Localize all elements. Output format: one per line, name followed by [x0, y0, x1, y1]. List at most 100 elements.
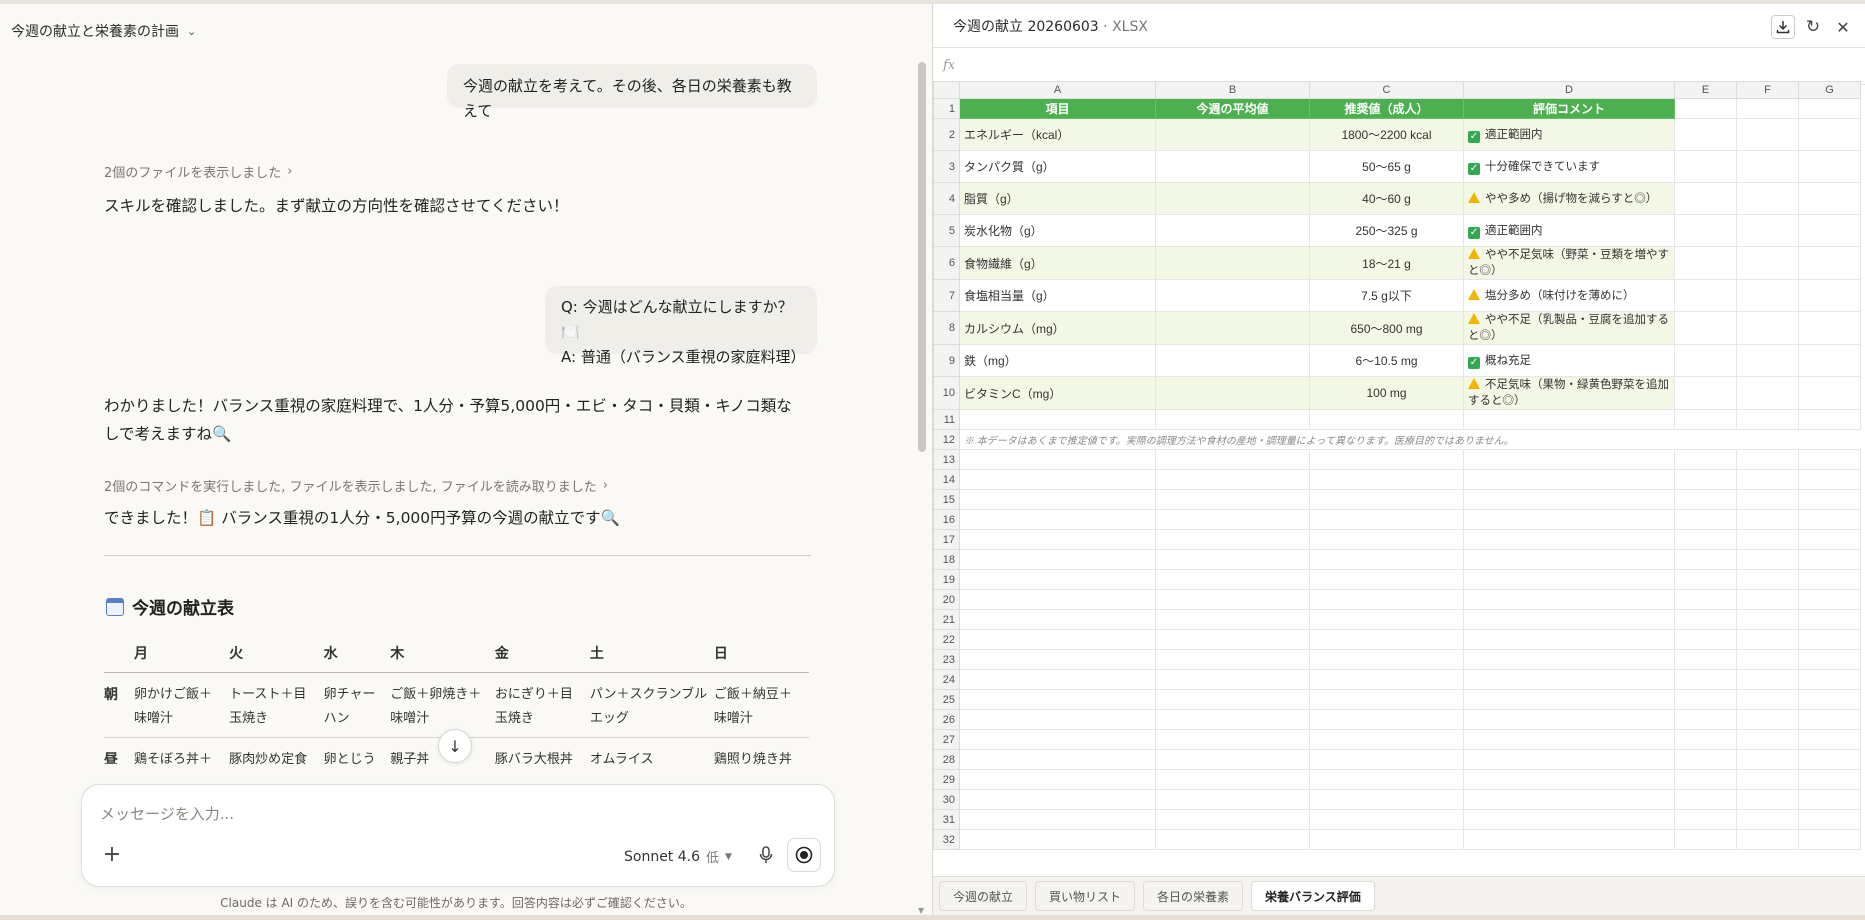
cell[interactable]: [959, 589, 1156, 610]
cell[interactable]: [1309, 669, 1464, 690]
cell[interactable]: [1309, 549, 1464, 570]
row-header[interactable]: 3: [933, 150, 960, 183]
row-header[interactable]: 20: [933, 589, 960, 610]
row-header[interactable]: 17: [933, 529, 960, 550]
row-header[interactable]: 10: [933, 376, 960, 410]
column-header[interactable]: D: [1463, 81, 1675, 99]
column-header[interactable]: F: [1736, 81, 1799, 99]
model-selector[interactable]: Sonnet 4.6 低 ▼: [624, 847, 732, 867]
cell[interactable]: [1736, 689, 1799, 710]
recommended-cell[interactable]: 100 mg: [1309, 376, 1464, 410]
cell[interactable]: [1155, 789, 1310, 810]
cell[interactable]: [1309, 809, 1464, 830]
cell[interactable]: [1736, 749, 1799, 770]
comment-cell[interactable]: 塩分多め（味付けを薄めに）: [1463, 279, 1675, 312]
cell[interactable]: [1736, 829, 1799, 850]
cell[interactable]: [1155, 589, 1310, 610]
cell[interactable]: [959, 629, 1156, 650]
sheet-tab[interactable]: 今週の献立: [939, 881, 1028, 911]
cell[interactable]: [1674, 214, 1737, 247]
cell[interactable]: [1674, 729, 1737, 750]
cell[interactable]: [1798, 809, 1861, 830]
cell[interactable]: [1674, 789, 1737, 810]
cell[interactable]: [1463, 549, 1675, 570]
cell[interactable]: [1309, 529, 1464, 550]
item-cell[interactable]: 炭水化物（g）: [959, 214, 1156, 247]
column-header[interactable]: C: [1309, 81, 1464, 99]
cell[interactable]: [1798, 689, 1861, 710]
add-attachment-button[interactable]: +: [100, 844, 124, 868]
cell[interactable]: [1309, 769, 1464, 790]
cell[interactable]: [1155, 769, 1310, 790]
cell[interactable]: [1155, 809, 1310, 830]
cell[interactable]: [1798, 829, 1861, 850]
dictation-button[interactable]: [754, 843, 778, 867]
cell[interactable]: [1674, 311, 1737, 345]
tool-summary-files[interactable]: 2個のファイルを表示しました ›: [104, 162, 292, 181]
cell[interactable]: [1463, 769, 1675, 790]
cell[interactable]: [1463, 729, 1675, 750]
cell[interactable]: [1155, 549, 1310, 570]
average-cell[interactable]: [1155, 344, 1310, 377]
row-header[interactable]: 29: [933, 769, 960, 790]
cell[interactable]: [959, 449, 1156, 470]
comment-cell[interactable]: やや多め（揚げ物を減らすと◎）: [1463, 182, 1675, 215]
cell[interactable]: [1674, 182, 1737, 215]
cell[interactable]: [959, 689, 1156, 710]
cell[interactable]: [1155, 569, 1310, 590]
comment-cell[interactable]: やや不足気味（野菜・豆類を増やすと◎）: [1463, 246, 1675, 280]
cell[interactable]: [1155, 689, 1310, 710]
average-cell[interactable]: [1155, 279, 1310, 312]
cell[interactable]: [1736, 344, 1799, 377]
cell[interactable]: [959, 549, 1156, 570]
average-cell[interactable]: [1155, 376, 1310, 410]
cell[interactable]: [1155, 449, 1310, 470]
comment-cell[interactable]: ✓ 適正範囲内: [1463, 118, 1675, 151]
cell[interactable]: [1674, 829, 1737, 850]
cell[interactable]: [1798, 569, 1861, 590]
cell[interactable]: [1674, 749, 1737, 770]
item-cell[interactable]: ビタミンC（mg）: [959, 376, 1156, 410]
header-cell[interactable]: 評価コメント: [1463, 98, 1675, 119]
cell[interactable]: [1798, 509, 1861, 530]
cell[interactable]: [959, 809, 1156, 830]
cell[interactable]: [1155, 509, 1310, 530]
cell[interactable]: [959, 669, 1156, 690]
comment-cell[interactable]: ✓ 概ね充足: [1463, 344, 1675, 377]
cell[interactable]: [1309, 609, 1464, 630]
cell[interactable]: [1309, 569, 1464, 590]
cell[interactable]: [1798, 669, 1861, 690]
average-cell[interactable]: [1155, 118, 1310, 151]
row-header[interactable]: 22: [933, 629, 960, 650]
sheet-tab[interactable]: 買い物リスト: [1035, 881, 1136, 911]
cell[interactable]: [1309, 469, 1464, 490]
cell[interactable]: [1736, 669, 1799, 690]
row-header[interactable]: 28: [933, 749, 960, 770]
cell[interactable]: [1155, 409, 1310, 430]
cell[interactable]: [1674, 689, 1737, 710]
cell[interactable]: [959, 709, 1156, 730]
cell[interactable]: [1155, 829, 1310, 850]
select-all-corner[interactable]: [933, 81, 960, 99]
recommended-cell[interactable]: 50〜65 g: [1309, 150, 1464, 183]
cell[interactable]: [1736, 649, 1799, 670]
row-header[interactable]: 12: [933, 429, 960, 450]
cell[interactable]: [1798, 709, 1861, 730]
row-header[interactable]: 13: [933, 449, 960, 470]
item-cell[interactable]: カルシウム（mg）: [959, 311, 1156, 345]
cell[interactable]: [1798, 609, 1861, 630]
row-header[interactable]: 2: [933, 118, 960, 151]
cell[interactable]: [1463, 609, 1675, 630]
cell[interactable]: [1155, 629, 1310, 650]
cell[interactable]: [1674, 469, 1737, 490]
cell[interactable]: [1155, 749, 1310, 770]
recommended-cell[interactable]: 1800〜2200 kcal: [1309, 118, 1464, 151]
row-header[interactable]: 24: [933, 669, 960, 690]
cell[interactable]: [1736, 150, 1799, 183]
cell[interactable]: [1798, 409, 1861, 430]
cell[interactable]: [959, 569, 1156, 590]
cell[interactable]: [1798, 549, 1861, 570]
row-header[interactable]: 18: [933, 549, 960, 570]
cell[interactable]: [1463, 629, 1675, 650]
cell[interactable]: [1674, 98, 1737, 119]
